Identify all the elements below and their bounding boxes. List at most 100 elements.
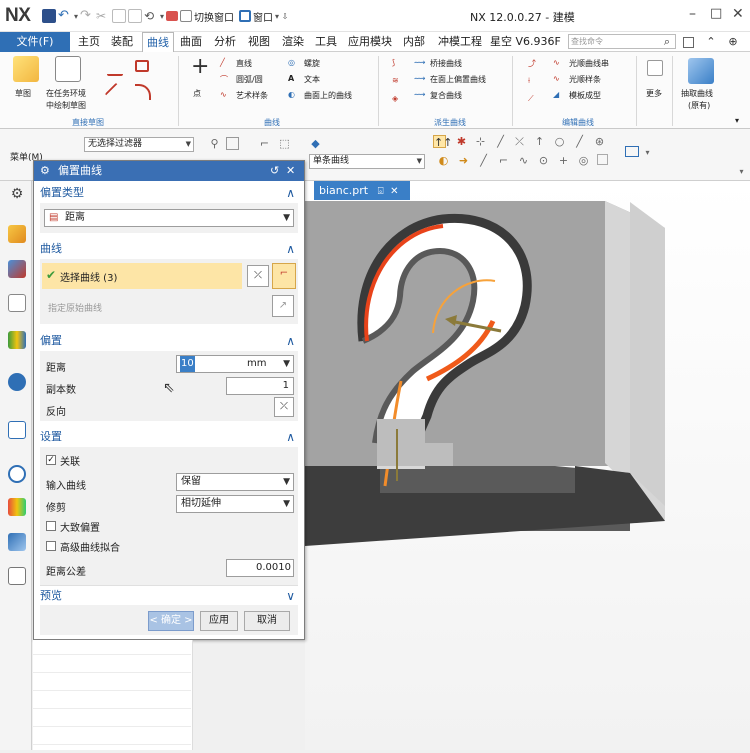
smooth-curve-button[interactable]: 光顺曲线串 bbox=[569, 58, 609, 69]
collapse-ribbon-icon[interactable]: ⌃ bbox=[704, 35, 718, 49]
settings-section-header[interactable]: 设置 ∧ bbox=[40, 427, 298, 447]
close-document-icon[interactable]: ✕ bbox=[390, 186, 398, 197]
file-menu-tab[interactable]: 文件(F) bbox=[0, 32, 70, 52]
more-icon[interactable] bbox=[647, 60, 663, 76]
select-tool-icon-5[interactable]: ◆ bbox=[309, 137, 322, 150]
copy-icon[interactable] bbox=[112, 9, 127, 23]
curve-selection-icon[interactable]: ⌐ bbox=[272, 263, 296, 289]
snap-toggle-icon[interactable]: ↑↑ bbox=[433, 135, 452, 149]
select-curve-row[interactable]: ✔ 选择曲线 (3) bbox=[42, 263, 242, 289]
ok-button[interactable]: < 确定 > bbox=[148, 611, 194, 631]
edit-icon-1[interactable]: ⤴ bbox=[528, 58, 536, 69]
reverse-offset-icon[interactable]: ⤫ bbox=[274, 397, 294, 417]
type-filter-select[interactable]: 无选择过滤器 ▼ bbox=[84, 137, 194, 152]
tab-render[interactable]: 渲染 bbox=[282, 32, 304, 52]
sketch-line-icon[interactable] bbox=[104, 82, 128, 106]
offset-on-face-button[interactable]: 在面上偏置曲线 bbox=[430, 74, 486, 85]
gear-icon[interactable]: ⚙ bbox=[40, 161, 50, 181]
bridge-curve-button[interactable]: 桥接曲线 bbox=[430, 58, 462, 69]
document-tab[interactable]: bianc.prt ⌻ ✕ bbox=[314, 181, 410, 200]
offset-section-header[interactable]: 偏置 ∧ bbox=[40, 331, 298, 351]
snap-icon-2[interactable]: ⊹ bbox=[474, 135, 487, 148]
graphics-window[interactable] bbox=[305, 181, 750, 750]
model-view[interactable] bbox=[305, 181, 750, 750]
snap-icon-16[interactable]: ◎ bbox=[577, 154, 590, 167]
tab-internal[interactable]: 内部 bbox=[403, 32, 425, 52]
text-button[interactable]: 文本 bbox=[304, 74, 320, 85]
view-toggle-icon[interactable] bbox=[625, 146, 639, 157]
snap-icon-15[interactable]: + bbox=[557, 154, 570, 167]
apply-button[interactable]: 应用 bbox=[200, 611, 238, 631]
associative-checkbox[interactable]: ✓ bbox=[46, 455, 56, 465]
point-icon[interactable]: + bbox=[191, 54, 209, 79]
tab-application[interactable]: 应用模块 bbox=[348, 32, 392, 52]
arc-circle-button[interactable]: 圆弧/圆 bbox=[236, 74, 263, 85]
help-icon[interactable]: ⊕ bbox=[726, 35, 740, 49]
dialog-title-bar[interactable]: ⚙ 偏置曲线 ↺ ✕ bbox=[34, 161, 304, 181]
tab-die-engineering[interactable]: 冲模工程 bbox=[438, 32, 482, 52]
sketch-button[interactable]: 草图 bbox=[15, 88, 31, 99]
redo-icon[interactable]: ↷ bbox=[80, 9, 94, 23]
snap-icon-5[interactable]: ↑ bbox=[533, 135, 546, 148]
reverse-direction-icon[interactable]: ⤫ bbox=[247, 265, 269, 287]
snap-icon-12[interactable]: ⌐ bbox=[497, 154, 510, 167]
profile-icon[interactable] bbox=[107, 60, 123, 76]
derived-icon-3[interactable]: ◈ bbox=[392, 94, 398, 103]
cut-icon[interactable]: ✂ bbox=[96, 9, 110, 23]
reset-icon[interactable]: ↺ bbox=[270, 161, 279, 181]
cancel-button[interactable]: 取消 bbox=[244, 611, 290, 631]
offset-type-section-header[interactable]: 偏置类型 ∧ bbox=[40, 183, 298, 203]
switch-window-icon[interactable] bbox=[180, 10, 193, 22]
role-icon[interactable] bbox=[8, 567, 26, 585]
assembly-navigator-icon[interactable] bbox=[8, 260, 26, 278]
tab-tools[interactable]: 工具 bbox=[315, 32, 337, 52]
snap-icon-11[interactable]: ╱ bbox=[477, 154, 490, 167]
specify-original-curve-icon[interactable]: ↗ bbox=[272, 295, 294, 317]
ribbon-options-icon[interactable] bbox=[683, 37, 694, 48]
constraint-navigator-icon[interactable] bbox=[8, 294, 26, 312]
close-button[interactable]: ✕ bbox=[732, 6, 744, 22]
ribbon-expand-icon[interactable]: ▾ bbox=[735, 116, 739, 125]
tab-view[interactable]: 视图 bbox=[248, 32, 270, 52]
snap-icon-6[interactable]: ○ bbox=[553, 135, 566, 148]
system-materials-icon[interactable] bbox=[8, 498, 26, 516]
snap-icon-9[interactable]: ◐ bbox=[437, 154, 450, 167]
tolerance-input[interactable]: 0.0010 bbox=[226, 559, 294, 577]
preview-section-header[interactable]: 预览 ∨ bbox=[40, 585, 298, 605]
repeat-command-icon[interactable]: ⟲ bbox=[144, 9, 158, 23]
tab-xingkong-plugin[interactable]: 星空 V6.936F bbox=[490, 32, 561, 52]
line-button[interactable]: 直线 bbox=[236, 58, 252, 69]
paste-icon[interactable] bbox=[128, 9, 143, 23]
template-forming-button[interactable]: 模板成型 bbox=[569, 90, 601, 101]
derived-icon-1[interactable]: ⟆ bbox=[392, 58, 395, 67]
minimize-button[interactable]: – bbox=[689, 6, 696, 22]
snap-icon-3[interactable]: ╱ bbox=[494, 135, 507, 148]
snap-icon-10[interactable]: ➜ bbox=[457, 154, 470, 167]
snap-icon-1[interactable]: ✱ bbox=[455, 135, 468, 148]
clock-icon[interactable] bbox=[8, 465, 26, 483]
art-spline-button[interactable]: 艺术样条 bbox=[236, 90, 268, 101]
edit-icon-3[interactable]: ⟋ bbox=[528, 94, 534, 104]
trim-select[interactable]: 相切延伸 ▼ bbox=[176, 495, 294, 513]
edit-icon-2[interactable]: ⟊ bbox=[528, 76, 530, 86]
undo-dropdown-icon[interactable]: ▾ bbox=[74, 12, 78, 21]
toolbar-expand-icon[interactable]: ▾ bbox=[735, 165, 748, 178]
tab-home[interactable]: 主页 bbox=[78, 32, 100, 52]
window-icon[interactable] bbox=[239, 10, 252, 22]
sketch-in-task-label-2[interactable]: 中绘制草图 bbox=[46, 100, 86, 111]
offset-type-select[interactable]: ▤ 距离 ▼ bbox=[44, 209, 294, 227]
view-dropdown-icon[interactable]: ▾ bbox=[641, 146, 654, 159]
document-menu-icon[interactable]: ⌻ bbox=[378, 186, 384, 197]
curve-rule-select[interactable]: 单条曲线 ▼ bbox=[309, 154, 425, 169]
process-studio-icon[interactable] bbox=[8, 533, 26, 551]
select-tool-icon-1[interactable]: ⚲ bbox=[208, 137, 221, 150]
advanced-fit-checkbox[interactable] bbox=[46, 541, 56, 551]
snap-icon-4[interactable]: ⤫ bbox=[513, 135, 526, 148]
specify-original-curve-label[interactable]: 指定原始曲线 bbox=[48, 301, 102, 314]
web-browser-icon[interactable] bbox=[8, 373, 26, 391]
window-dropdown-icon[interactable]: ▾ ⇩ bbox=[275, 12, 288, 21]
select-tool-icon-3[interactable]: ⌐ bbox=[258, 137, 271, 150]
select-tool-icon-2[interactable] bbox=[226, 137, 239, 150]
composite-curve-button[interactable]: 复合曲线 bbox=[430, 90, 462, 101]
tab-assembly[interactable]: 装配 bbox=[111, 32, 133, 52]
